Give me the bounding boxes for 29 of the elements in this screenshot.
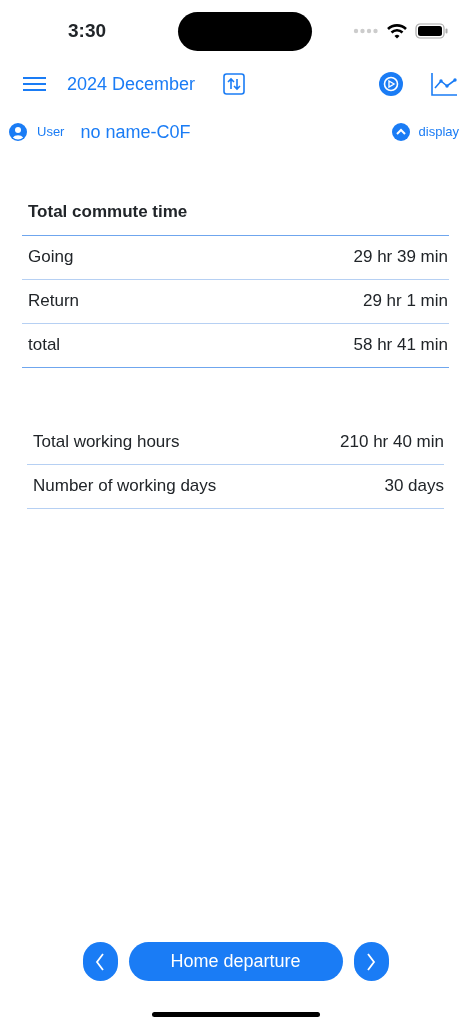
row-value: 30 days xyxy=(384,475,444,498)
row-label: total xyxy=(28,334,61,357)
user-icon xyxy=(9,123,27,141)
row-value: 210 hr 40 min xyxy=(340,431,444,454)
user-name[interactable]: no name-C0F xyxy=(80,118,191,146)
status-time: 3:30 xyxy=(68,18,107,43)
section-title: Total commute time xyxy=(22,199,449,236)
next-button[interactable] xyxy=(353,942,389,981)
chevron-left-icon xyxy=(95,952,105,971)
previous-button[interactable] xyxy=(82,942,118,981)
chevron-right-icon xyxy=(366,952,376,971)
battery-icon xyxy=(415,23,449,39)
row-value: 29 hr 39 min xyxy=(353,246,448,269)
row-value: 58 hr 41 min xyxy=(353,334,448,357)
swap-arrows-icon[interactable] xyxy=(223,73,246,95)
row-value: 29 hr 1 min xyxy=(362,290,448,313)
chevron-up-icon[interactable] xyxy=(391,123,410,141)
menu-button[interactable] xyxy=(22,76,47,92)
signal-icon xyxy=(353,28,379,34)
row-label: Going xyxy=(28,246,74,269)
row-label: Total working hours xyxy=(33,431,180,454)
month-title[interactable]: 2024 December xyxy=(67,70,196,98)
home-departure-button[interactable]: Home departure xyxy=(128,942,343,981)
row-label: Number of working days xyxy=(33,475,217,498)
display-toggle[interactable]: display xyxy=(418,122,459,142)
line-chart-icon[interactable] xyxy=(431,72,457,96)
row-label: Return xyxy=(28,290,80,313)
user-label: User xyxy=(37,123,65,142)
wifi-icon xyxy=(387,23,407,39)
